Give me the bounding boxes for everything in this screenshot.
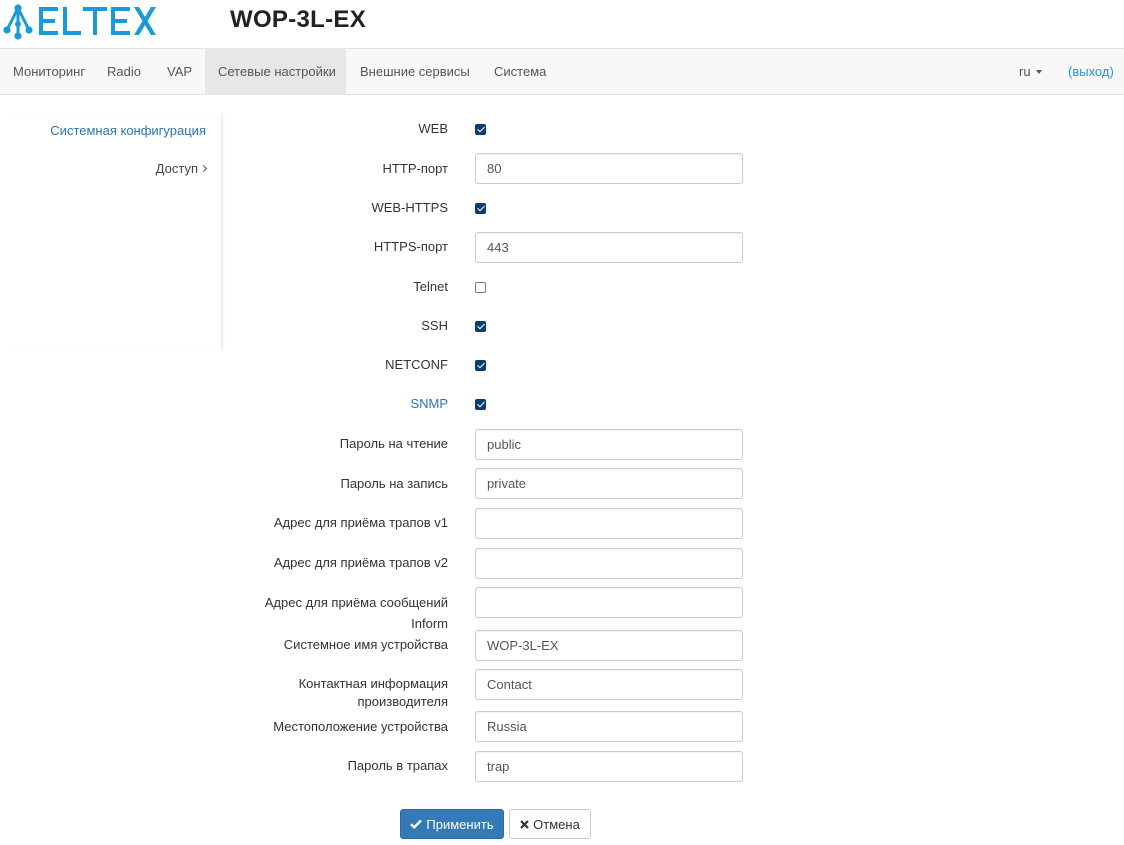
trap-v2-label: Адрес для приёма трапов v2 (273, 555, 448, 570)
telnet-label: Telnet (413, 279, 448, 294)
sys-name-label: Системное имя устройства (283, 637, 448, 652)
sidebar-item-label: Доступ (155, 161, 198, 176)
nav-radio[interactable]: Radio (94, 49, 154, 95)
read-password-input[interactable] (475, 429, 743, 460)
contact-input[interactable] (475, 669, 743, 700)
trap-v2-input[interactable] (475, 548, 743, 579)
web-label: WEB (418, 121, 448, 136)
language-label: ru (1019, 64, 1031, 79)
trap-v1-label: Адрес для приёма трапов v1 (273, 515, 448, 530)
sys-name-input[interactable] (475, 630, 743, 661)
language-dropdown[interactable]: ru (1006, 49, 1055, 95)
contact-label-line2: производителя (357, 694, 448, 709)
telnet-checkbox[interactable] (475, 282, 486, 293)
ssh-label: SSH (421, 318, 448, 333)
main-navbar: Мониторинг Radio VAP Сетевые настройки В… (0, 48, 1124, 95)
sidebar-item-access[interactable]: Доступ (155, 161, 208, 176)
close-icon (520, 819, 529, 829)
nav-network-settings[interactable]: Сетевые настройки (205, 49, 346, 95)
snmp-label[interactable]: SNMP (410, 395, 448, 412)
chevron-right-icon (199, 165, 208, 173)
sidebar: Системная конфигурация Доступ (0, 113, 222, 349)
apply-button[interactable]: Применить (400, 809, 504, 839)
http-port-input[interactable] (475, 153, 743, 184)
cancel-button[interactable]: Отмена (509, 809, 591, 839)
sidebar-item-system-config[interactable]: Системная конфигурация (50, 123, 206, 138)
write-password-label: Пароль на запись (340, 476, 448, 491)
nav-system[interactable]: Система (481, 49, 559, 95)
inform-label-line1: Адрес для приёма сообщений (264, 595, 448, 610)
netconf-label: NETCONF (385, 357, 448, 372)
https-port-label: HTTPS-порт (373, 239, 448, 254)
nav-external-services[interactable]: Внешние сервисы (347, 49, 483, 95)
trap-password-label: Пароль в трапах (347, 758, 448, 773)
inform-label: Адрес для приёма сообщений Inform (265, 594, 448, 632)
top-header: WOP-3L-EX (0, 0, 1124, 48)
inform-label-line2: Inform (411, 616, 448, 631)
nav-vap[interactable]: VAP (154, 49, 205, 95)
nav-monitoring[interactable]: Мониторинг (0, 49, 98, 95)
write-password-input[interactable] (475, 468, 743, 499)
trap-v1-input[interactable] (475, 508, 743, 539)
https-port-input[interactable] (475, 232, 743, 263)
netconf-checkbox[interactable] (475, 360, 486, 371)
trap-password-input[interactable] (475, 751, 743, 782)
check-icon (410, 819, 423, 829)
web-checkbox[interactable] (475, 124, 486, 135)
caret-down-icon (1035, 69, 1042, 74)
location-input[interactable] (475, 711, 743, 742)
sidebar-item-label: Системная конфигурация (50, 123, 206, 138)
logout-link[interactable]: (выход) (1058, 49, 1124, 95)
contact-label-line1: Контактная информация (298, 676, 448, 691)
contact-label: Контактная информация производителя (299, 675, 448, 710)
cancel-button-label: Отмена (533, 816, 580, 832)
http-port-label: HTTP-порт (382, 161, 448, 176)
web-https-checkbox[interactable] (475, 203, 486, 214)
web-https-label: WEB-HTTPS (371, 200, 448, 215)
eltex-logo (3, 4, 156, 40)
ssh-checkbox[interactable] (475, 321, 486, 332)
apply-button-label: Применить (426, 816, 494, 832)
read-password-label: Пароль на чтение (339, 436, 448, 451)
inform-input[interactable] (475, 587, 743, 618)
location-label: Местоположение устройства (273, 719, 448, 734)
snmp-checkbox[interactable] (475, 399, 486, 410)
device-model-title: WOP-3L-EX (230, 6, 367, 33)
